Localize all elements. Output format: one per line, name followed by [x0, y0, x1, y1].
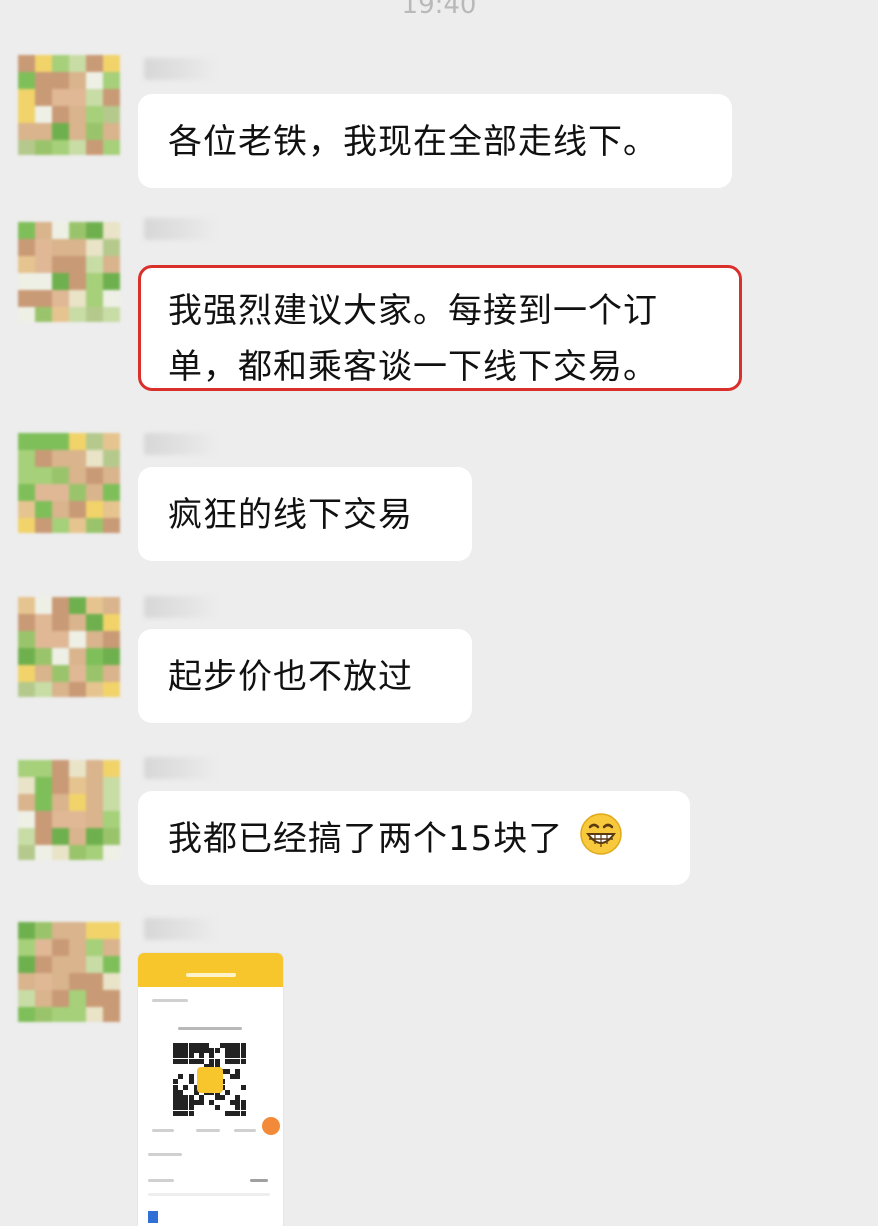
floating-action-icon: [262, 1117, 280, 1135]
message-bubble-highlighted[interactable]: 我强烈建议大家。每接到一个订 单，都和乘客谈一下线下交易。: [138, 265, 742, 391]
avatar[interactable]: [18, 597, 120, 697]
sender-name-blurred: [144, 58, 216, 80]
message-text: 疯狂的线下交易: [168, 495, 413, 535]
message-bubble[interactable]: 疯狂的线下交易: [138, 467, 472, 561]
message-bubble[interactable]: 起步价也不放过: [138, 629, 472, 723]
qr-code: [173, 1043, 247, 1117]
message-bubble[interactable]: 我都已经搞了两个15块了: [138, 791, 690, 885]
message-text: 我都已经搞了两个15块了: [168, 819, 564, 859]
avatar[interactable]: [18, 922, 120, 1022]
message-bubble[interactable]: 各位老铁，我现在全部走线下。: [138, 94, 732, 188]
image-message-payment-qr[interactable]: [138, 953, 283, 1226]
message-text: 各位老铁，我现在全部走线下。: [168, 122, 658, 162]
sender-name-blurred: [144, 218, 216, 240]
sender-name-blurred: [144, 433, 216, 455]
grinning-face-icon: [580, 813, 622, 855]
timestamp: 19:40: [401, 0, 477, 20]
app-header-bar: [138, 953, 283, 987]
sender-name-blurred: [144, 918, 216, 940]
chat-screen: 19:40 各位老铁，我现在全部走线下。 我强烈建议大家。每接到一个订 单，都和…: [0, 0, 878, 1226]
avatar[interactable]: [18, 222, 120, 322]
message-text-line-1: 我强烈建议大家。每接到一个订: [168, 291, 658, 331]
avatar[interactable]: [18, 760, 120, 860]
sender-name-blurred: [144, 596, 216, 618]
message-text: 起步价也不放过: [168, 657, 413, 697]
message-text-line-2: 单，都和乘客谈一下线下交易。: [168, 347, 658, 387]
app-logo-icon: [148, 1211, 158, 1223]
avatar[interactable]: [18, 433, 120, 533]
sender-name-blurred: [144, 757, 216, 779]
avatar[interactable]: [18, 55, 120, 155]
